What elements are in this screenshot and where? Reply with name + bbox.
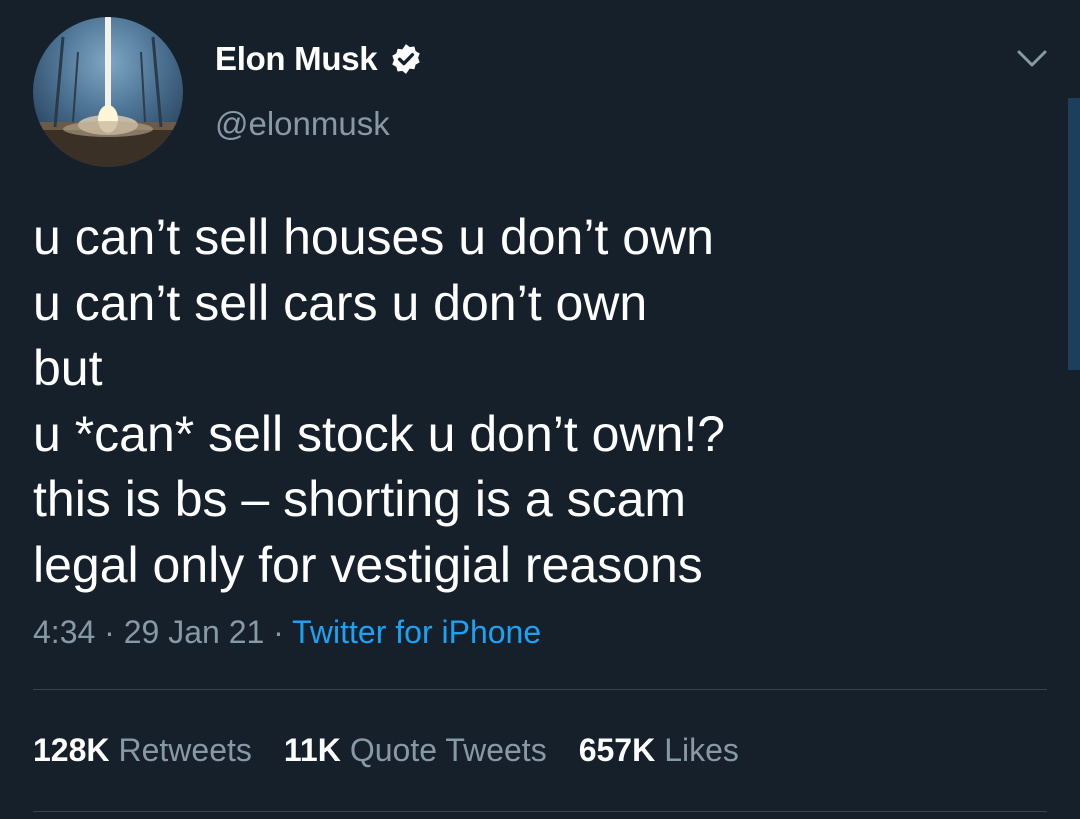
rocket-launch-image [33,17,183,167]
tweet-stats: 128K Retweets 11K Quote Tweets 657K Likes [33,732,771,769]
tweet-line: u *can* sell stock u don’t own!? [33,405,726,462]
tweet-text: u can’t sell houses u don’t own u can’t … [33,205,1033,598]
likes-count: 657K [578,732,656,768]
divider [33,689,1047,690]
tweet-source-link[interactable]: Twitter for iPhone [292,614,541,650]
scrollbar[interactable] [1068,98,1080,370]
retweets-stat[interactable]: 128K Retweets [33,732,252,769]
tweet-meta: 4:34 · 29 Jan 21 · Twitter for iPhone [33,614,541,651]
author-display-name[interactable]: Elon Musk [215,40,378,78]
quote-tweets-count: 11K [283,732,341,768]
tweet-line: u can’t sell cars u don’t own [33,274,648,331]
avatar[interactable] [33,17,183,167]
author-name-row[interactable]: Elon Musk [215,40,423,78]
chevron-down-icon[interactable] [1012,44,1052,74]
likes-stat[interactable]: 657K Likes [579,732,739,769]
retweets-label: Retweets [118,732,252,768]
tweet-date[interactable]: 29 Jan 21 [124,614,265,650]
tweet-line: this is bs – shorting is a scam [33,471,687,527]
quote-tweets-label: Quote Tweets [349,732,547,768]
verified-badge-icon [392,44,421,74]
tweet-time[interactable]: 4:34 [33,614,95,650]
likes-label: Likes [664,732,739,768]
meta-separator: · [273,614,284,650]
tweet-line: but [33,340,103,396]
tweet-line: legal only for vestigial reasons [33,536,703,593]
author-handle[interactable]: @elonmusk [215,105,390,143]
tweet-line: u can’t sell houses u don’t own [33,209,714,265]
retweets-count: 128K [33,732,110,768]
divider [33,811,1047,812]
quote-tweets-stat[interactable]: 11K Quote Tweets [284,732,547,769]
meta-separator: · [104,614,115,650]
